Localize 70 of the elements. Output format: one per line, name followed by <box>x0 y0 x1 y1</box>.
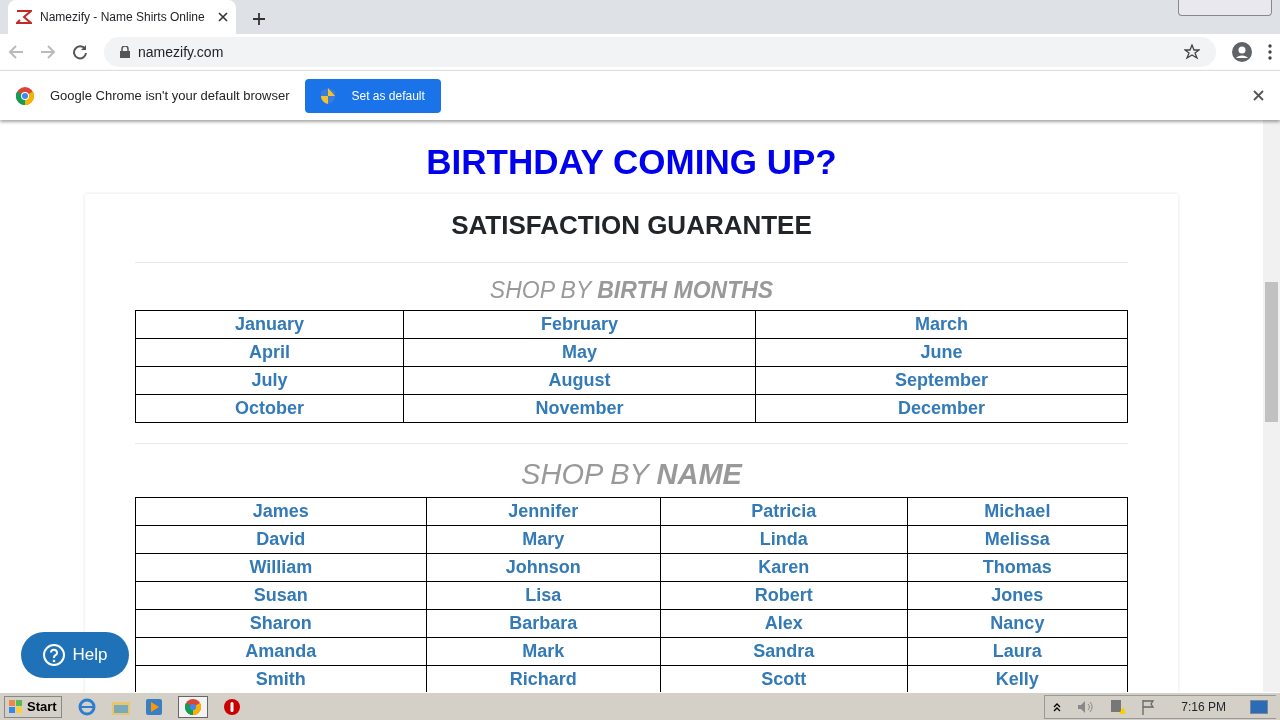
help-icon <box>42 644 65 666</box>
clock: 7:16 PM <box>1181 698 1226 716</box>
name-link[interactable]: William <box>249 557 313 577</box>
set-default-button[interactable]: Set as default <box>305 78 441 113</box>
name-link[interactable]: David <box>256 529 306 549</box>
windows-logo-icon <box>9 699 23 714</box>
menu-icon[interactable] <box>1268 44 1272 60</box>
name-link[interactable]: Patricia <box>751 501 817 521</box>
browser-icon[interactable] <box>77 697 96 716</box>
month-link[interactable]: June <box>920 342 963 362</box>
default-browser-message: Google Chrome isn't your default browser <box>50 86 290 105</box>
help-button[interactable]: Help <box>21 632 129 678</box>
month-link[interactable]: December <box>897 398 985 418</box>
name-link[interactable]: Sharon <box>249 613 312 633</box>
site-logo-icon <box>16 10 32 24</box>
section-title: SHOP BY BIRTH MONTHS <box>488 279 775 302</box>
chrome-logo-icon <box>16 86 34 105</box>
name-link[interactable]: Amanda <box>245 641 317 661</box>
month-link[interactable]: August <box>548 370 611 390</box>
month-link[interactable]: March <box>915 314 968 334</box>
tab-title: Namezify - Name Shirts Online <box>40 9 206 26</box>
reload-icon[interactable] <box>72 44 88 60</box>
close-icon[interactable] <box>218 12 228 22</box>
name-link[interactable]: Linda <box>759 529 808 549</box>
name-link[interactable]: Susan <box>253 585 308 605</box>
media-player-icon[interactable] <box>145 698 162 715</box>
month-link[interactable]: July <box>251 370 288 390</box>
show-desktop-button[interactable] <box>1250 699 1268 714</box>
shield-icon <box>321 87 336 104</box>
name-link[interactable]: Mary <box>522 529 565 549</box>
speaker-icon[interactable] <box>1077 699 1094 714</box>
name-link[interactable]: Robert <box>754 585 813 605</box>
network-icon[interactable] <box>1109 698 1126 715</box>
month-link[interactable]: January <box>234 314 304 334</box>
name-link[interactable]: Laura <box>992 641 1042 661</box>
page-heading: BIRTHDAY COMING UP? <box>425 144 838 179</box>
name-link[interactable]: James <box>252 501 309 521</box>
address-bar[interactable]: namezify.com <box>104 37 1216 67</box>
name-link[interactable]: Jones <box>991 585 1044 605</box>
month-link[interactable]: September <box>894 370 988 390</box>
name-link[interactable]: Alex <box>764 613 803 633</box>
lock-icon <box>120 46 130 58</box>
close-icon[interactable] <box>1253 90 1264 101</box>
section-title: SHOP BY NAME <box>520 460 744 489</box>
satisfaction-heading: SATISFACTION GUARANTEE <box>450 212 813 242</box>
chevron-icon[interactable] <box>1053 701 1062 712</box>
back-icon[interactable] <box>8 44 24 60</box>
account-icon[interactable] <box>1232 42 1252 62</box>
name-link[interactable]: Scott <box>761 669 807 689</box>
month-link[interactable]: April <box>248 342 290 362</box>
month-link[interactable]: February <box>540 314 618 334</box>
new-tab-icon[interactable] <box>252 12 266 26</box>
browser-tab[interactable]: Namezify - Name Shirts Online <box>8 0 236 34</box>
forward-icon[interactable] <box>40 44 56 60</box>
name-link[interactable]: Karen <box>758 557 810 577</box>
star-icon[interactable] <box>1184 44 1200 60</box>
name-link[interactable]: Smith <box>255 669 306 689</box>
name-link[interactable]: Kelly <box>995 669 1039 689</box>
stop-icon[interactable] <box>223 698 240 715</box>
month-link[interactable]: May <box>561 342 597 362</box>
month-link[interactable]: October <box>234 398 304 418</box>
name-link[interactable]: Lisa <box>525 585 562 605</box>
name-link[interactable]: Sandra <box>753 641 815 661</box>
start-button[interactable]: Start <box>4 695 62 718</box>
name-link[interactable]: Nancy <box>990 613 1045 633</box>
scrollbar[interactable] <box>1263 120 1280 692</box>
name-link[interactable]: Mark <box>522 641 565 661</box>
month-link[interactable]: November <box>535 398 624 418</box>
chrome-taskbar-icon[interactable] <box>177 695 208 718</box>
url-text: namezify.com <box>138 42 225 62</box>
